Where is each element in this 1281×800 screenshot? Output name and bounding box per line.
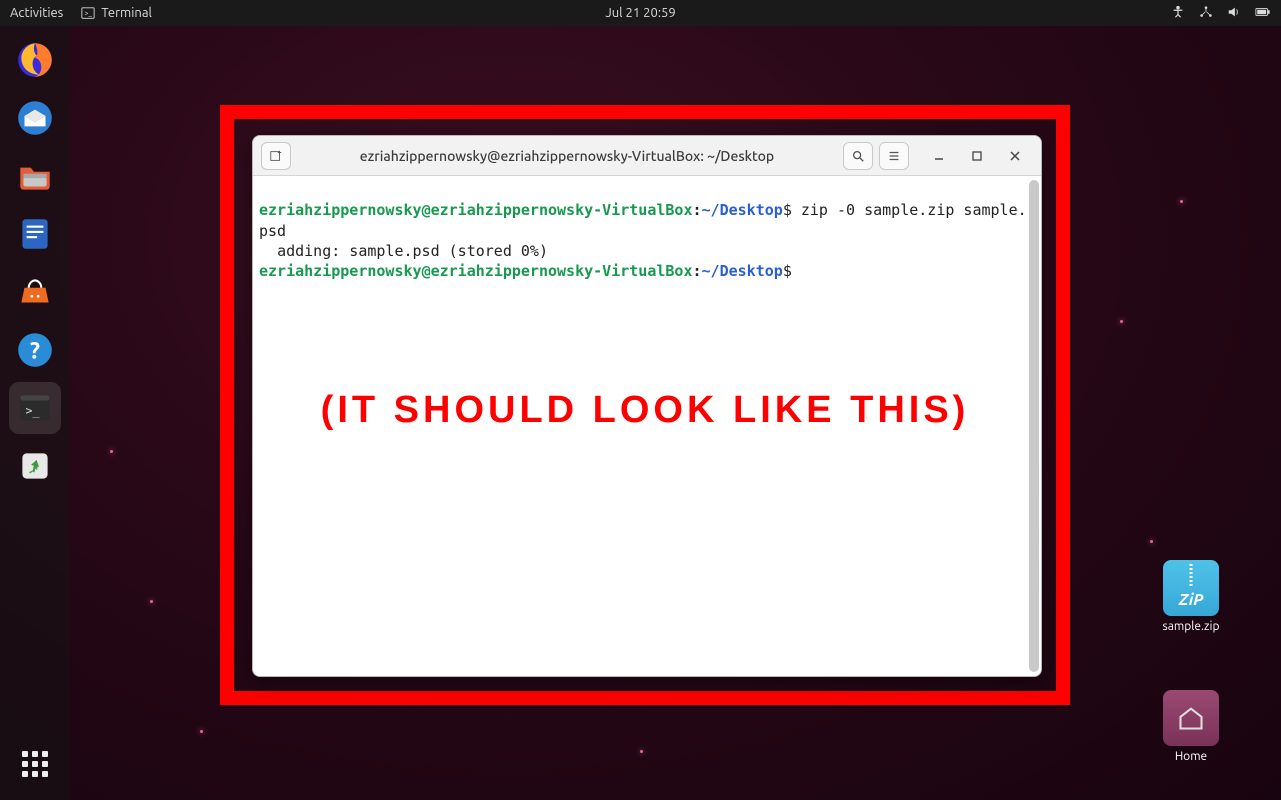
clock[interactable]: Jul 21 20:59 bbox=[605, 6, 675, 20]
desktop-home-folder[interactable]: Home bbox=[1151, 690, 1231, 763]
zip-icon: ZiP bbox=[1163, 560, 1219, 616]
svg-text:>_: >_ bbox=[85, 10, 93, 18]
minimize-button[interactable] bbox=[927, 144, 951, 168]
topbar-app-indicator[interactable]: >_ Terminal bbox=[81, 6, 152, 20]
output-1: adding: sample.psd (stored 0%) bbox=[259, 242, 548, 260]
show-apps-button[interactable] bbox=[9, 738, 61, 790]
network-icon[interactable] bbox=[1199, 5, 1213, 22]
top-bar: Activities >_ Terminal Jul 21 20:59 bbox=[0, 0, 1281, 26]
dock-terminal[interactable]: >_ bbox=[9, 382, 61, 434]
desktop-file-label: sample.zip bbox=[1151, 620, 1231, 633]
annotation-text: (IT SHOULD LOOK LIKE THIS) bbox=[321, 389, 970, 432]
volume-icon[interactable] bbox=[1227, 5, 1241, 22]
svg-text:>_: >_ bbox=[26, 403, 40, 417]
terminal-titlebar[interactable]: ezriahzippernowsky@ezriahzippernowsky-Vi… bbox=[253, 136, 1041, 176]
desktop-file-zip[interactable]: ZiP sample.zip bbox=[1151, 560, 1231, 633]
battery-icon[interactable] bbox=[1255, 5, 1271, 22]
dock-help[interactable]: ? bbox=[9, 324, 61, 376]
terminal-icon: >_ bbox=[81, 6, 95, 20]
accessibility-icon[interactable] bbox=[1171, 5, 1185, 22]
svg-text:?: ? bbox=[30, 337, 40, 363]
desktop-home-label: Home bbox=[1151, 750, 1231, 763]
dock-files[interactable] bbox=[9, 150, 61, 202]
dock: ? >_ bbox=[0, 26, 70, 800]
prompt-line-1: ezriahzippernowsky@ezriahzippernowsky-Vi… bbox=[259, 201, 792, 219]
search-button[interactable] bbox=[843, 142, 873, 170]
dock-thunderbird[interactable] bbox=[9, 92, 61, 144]
prompt-line-2: ezriahzippernowsky@ezriahzippernowsky-Vi… bbox=[259, 262, 792, 280]
dock-software[interactable] bbox=[9, 266, 61, 318]
scrollbar[interactable] bbox=[1029, 180, 1039, 672]
home-folder-icon bbox=[1163, 690, 1219, 746]
activities-button[interactable]: Activities bbox=[10, 6, 63, 20]
topbar-app-label: Terminal bbox=[101, 6, 152, 20]
dock-firefox[interactable] bbox=[9, 34, 61, 86]
annotation-frame: ezriahzippernowsky@ezriahzippernowsky-Vi… bbox=[220, 105, 1070, 705]
dock-trash[interactable] bbox=[9, 440, 61, 492]
maximize-button[interactable] bbox=[965, 144, 989, 168]
window-title: ezriahzippernowsky@ezriahzippernowsky-Vi… bbox=[297, 148, 837, 164]
command-2 bbox=[792, 262, 801, 280]
close-button[interactable] bbox=[1003, 144, 1027, 168]
new-tab-button[interactable] bbox=[261, 142, 291, 170]
dock-writer[interactable] bbox=[9, 208, 61, 260]
menu-button[interactable] bbox=[879, 142, 909, 170]
